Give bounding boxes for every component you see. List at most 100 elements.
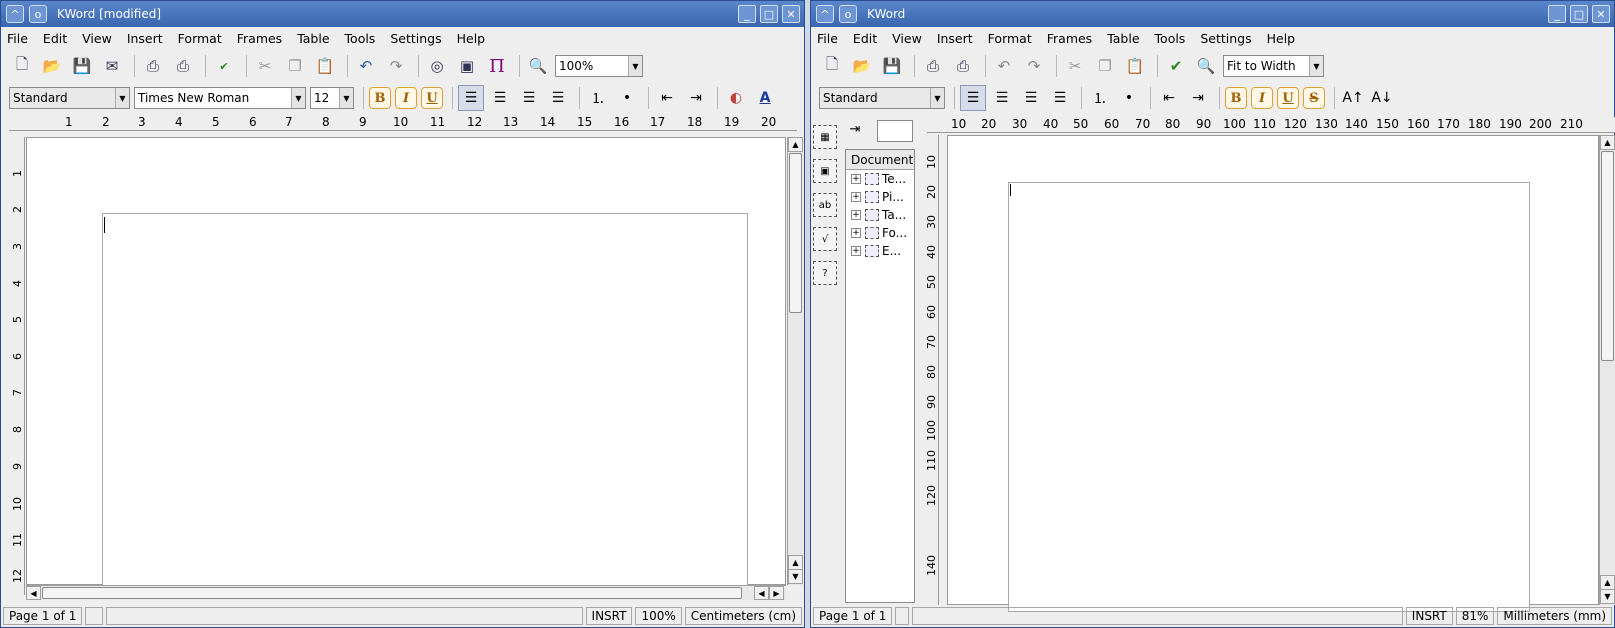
superscript-icon[interactable]: A↑ [1340, 85, 1366, 111]
text-frame-icon[interactable]: ab [813, 193, 837, 217]
scroll-thumb[interactable] [789, 153, 802, 313]
minimize-button[interactable]: _ [738, 5, 756, 23]
goto-icon[interactable]: ⇥ [845, 119, 865, 139]
align-justify-icon[interactable]: ☰ [545, 85, 571, 111]
underline-button[interactable]: U [1277, 87, 1299, 109]
horizontal-scrollbar[interactable]: ◀ ◀ ▶ [26, 585, 786, 600]
open-folder-icon[interactable]: 📂 [39, 53, 65, 79]
document-canvas[interactable] [947, 135, 1599, 612]
object-frame-icon[interactable]: ? [813, 261, 837, 285]
document-page[interactable] [1008, 182, 1530, 612]
menu-frames[interactable]: Frames [1047, 31, 1092, 46]
globe-icon[interactable]: ◎ [424, 53, 450, 79]
menu-file[interactable]: File [7, 31, 28, 46]
style-select[interactable]: Standard ▼ [819, 87, 945, 109]
print-preview-icon[interactable]: ⎙ [950, 53, 976, 79]
scroll-left-icon[interactable]: ◀ [26, 586, 41, 600]
align-justify-icon[interactable]: ☰ [1047, 85, 1073, 111]
menu-insert[interactable]: Insert [937, 31, 973, 46]
menu-view[interactable]: View [82, 31, 112, 46]
bold-button[interactable]: B [1225, 87, 1247, 109]
window-menu-button[interactable]: ^ [816, 5, 834, 23]
scroll-left-icon[interactable]: ◀ [754, 586, 769, 600]
vertical-scrollbar[interactable]: ▲ ▲ ▼ [1599, 135, 1615, 605]
print-icon[interactable]: ⎙ [920, 53, 946, 79]
goto-input[interactable] [877, 120, 913, 142]
document-page[interactable] [102, 213, 748, 593]
list-item[interactable]: + Te... [846, 170, 914, 188]
bullet-list-icon[interactable]: • [1116, 85, 1142, 111]
undo-icon[interactable]: ↶ [991, 53, 1017, 79]
menu-edit[interactable]: Edit [853, 31, 877, 46]
underline-button[interactable]: U [421, 87, 443, 109]
maximize-button[interactable]: □ [760, 5, 778, 23]
menu-file[interactable]: File [817, 31, 838, 46]
vertical-ruler[interactable]: 1 2 3 4 5 6 7 8 9 10 11 12 [9, 137, 25, 595]
menu-help[interactable]: Help [457, 31, 486, 46]
vertical-scrollbar[interactable]: ▲ ▲ ▼ [787, 137, 803, 585]
vertical-ruler[interactable]: 10 20 30 40 50 60 70 80 90 100 110 120 1… [923, 135, 939, 605]
title-bar[interactable]: ^ o KWord [modified] _ □ ✕ [1, 1, 804, 27]
close-button[interactable]: ✕ [1592, 5, 1610, 23]
menu-table[interactable]: Table [297, 31, 329, 46]
decrease-indent-icon[interactable]: ⇤ [654, 85, 680, 111]
align-center-icon[interactable]: ☰ [487, 85, 513, 111]
decrease-indent-icon[interactable]: ⇤ [1156, 85, 1182, 111]
text-color-icon[interactable]: A [752, 85, 778, 111]
menu-insert[interactable]: Insert [127, 31, 163, 46]
increase-indent-icon[interactable]: ⇥ [1185, 85, 1211, 111]
expand-icon[interactable]: + [851, 210, 861, 220]
list-item[interactable]: + Ta... [846, 206, 914, 224]
font-size-select[interactable]: 12 ▼ [310, 87, 354, 109]
menu-view[interactable]: View [892, 31, 922, 46]
window-menu-button[interactable]: ^ [6, 5, 24, 23]
expand-icon[interactable]: + [851, 246, 861, 256]
menu-frames[interactable]: Frames [237, 31, 282, 46]
expand-icon[interactable]: + [851, 192, 861, 202]
font-select[interactable]: Times New Roman ▼ [134, 87, 306, 109]
spellcheck-icon[interactable]: ✔ [211, 53, 237, 79]
horizontal-ruler[interactable]: 1 2 3 4 5 6 7 8 9 10 11 12 13 14 15 16 1… [9, 115, 797, 131]
copy-icon[interactable]: ❐ [282, 53, 308, 79]
spellcheck-icon[interactable]: ✔ [1163, 53, 1189, 79]
scroll-down-icon[interactable]: ▼ [1600, 589, 1615, 604]
formula-frame-icon[interactable]: √ [813, 227, 837, 251]
redo-icon[interactable]: ↷ [1021, 53, 1047, 79]
panel-header[interactable]: Document [846, 150, 914, 170]
maximize-button[interactable]: □ [1570, 5, 1588, 23]
menu-format[interactable]: Format [988, 31, 1032, 46]
copy-icon[interactable]: ❐ [1092, 53, 1118, 79]
document-canvas[interactable] [26, 137, 786, 593]
picture-icon[interactable]: ▣ [454, 53, 480, 79]
scroll-up-icon[interactable]: ▲ [788, 137, 803, 152]
send-mail-icon[interactable]: ✉ [99, 53, 125, 79]
paste-icon[interactable]: 📋 [1122, 53, 1148, 79]
menu-tools[interactable]: Tools [1155, 31, 1186, 46]
scroll-down-icon[interactable]: ▼ [788, 569, 803, 584]
numbered-list-icon[interactable]: ⒈ [1087, 85, 1113, 111]
menu-help[interactable]: Help [1267, 31, 1296, 46]
paste-icon[interactable]: 📋 [312, 53, 338, 79]
menu-format[interactable]: Format [178, 31, 222, 46]
align-left-icon[interactable]: ☰ [960, 85, 986, 111]
menu-tools[interactable]: Tools [345, 31, 376, 46]
picture-frame-icon[interactable]: ▣ [813, 159, 837, 183]
menu-settings[interactable]: Settings [1200, 31, 1251, 46]
scroll-thumb[interactable] [1601, 151, 1614, 361]
zoom-select[interactable]: Fit to Width ▼ [1223, 55, 1324, 77]
scroll-up-icon[interactable]: ▲ [1600, 575, 1615, 590]
align-left-icon[interactable]: ☰ [458, 85, 484, 111]
sticky-button[interactable]: o [29, 5, 47, 23]
zoom-icon[interactable]: 🔍 [525, 53, 551, 79]
print-icon[interactable]: ⎙ [140, 53, 166, 79]
menu-table[interactable]: Table [1107, 31, 1139, 46]
cut-icon[interactable]: ✂ [1062, 53, 1088, 79]
pi-icon[interactable]: Π [484, 53, 510, 79]
scroll-right-icon[interactable]: ▶ [769, 586, 784, 600]
style-select[interactable]: Standard ▼ [9, 87, 130, 109]
bullet-list-icon[interactable]: • [614, 85, 640, 111]
align-center-icon[interactable]: ☰ [989, 85, 1015, 111]
menu-edit[interactable]: Edit [43, 31, 67, 46]
list-item[interactable]: + Pi... [846, 188, 914, 206]
italic-button[interactable]: I [395, 87, 417, 109]
